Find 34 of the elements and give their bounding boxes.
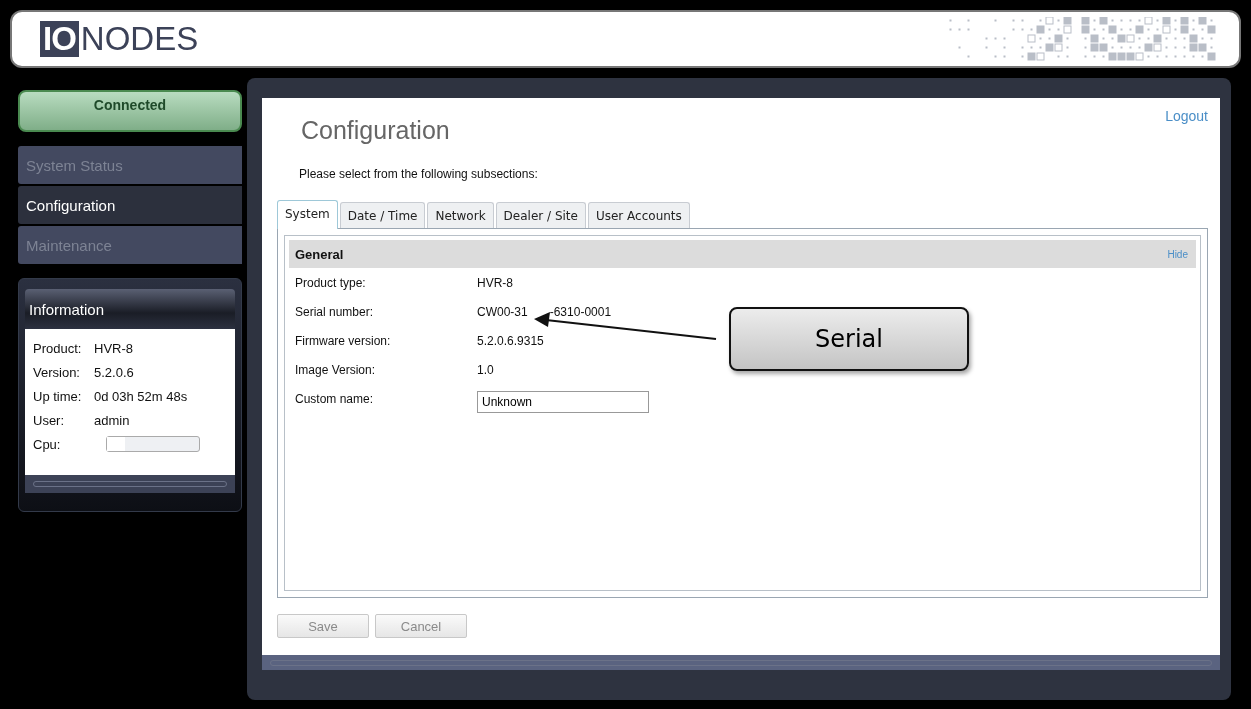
field-label: Image Version: bbox=[295, 362, 377, 377]
field-label: Product type: bbox=[295, 275, 367, 290]
page-title: Configuration bbox=[301, 116, 450, 145]
field-value: -6310-0001 bbox=[549, 304, 612, 319]
field-value: CW00-31 bbox=[477, 304, 528, 319]
field-label: Serial number: bbox=[295, 304, 375, 319]
tab[interactable]: Date / Time bbox=[339, 202, 426, 228]
sidebar-item[interactable]: Configuration bbox=[18, 186, 242, 224]
panel-header: Information bbox=[25, 289, 235, 329]
tab[interactable]: Dealer / Site bbox=[495, 202, 586, 228]
input-field[interactable]: Unknown bbox=[477, 390, 649, 413]
callout-label: Serial bbox=[729, 307, 969, 371]
logo: IO NODES bbox=[40, 20, 199, 58]
info-label: Version: bbox=[33, 364, 81, 380]
tab[interactable]: System bbox=[277, 200, 338, 229]
intro-text: Please select from the following subsections: bbox=[299, 167, 539, 181]
section-title: General bbox=[295, 246, 344, 262]
info-label: Cpu: bbox=[33, 436, 62, 452]
field-value: 5.2.0.6.9315 bbox=[477, 333, 544, 348]
info-label: User: bbox=[33, 412, 66, 428]
field-label: Custom name: bbox=[295, 391, 375, 406]
field-label: Firmware version: bbox=[295, 333, 392, 348]
tab[interactable]: User Accounts bbox=[587, 202, 690, 228]
tab[interactable]: Network bbox=[427, 202, 494, 228]
info-value: admin bbox=[94, 412, 130, 428]
connection-status: Connected bbox=[18, 90, 242, 132]
logout-link[interactable]: Logout bbox=[1165, 108, 1208, 145]
info-label: Up time: bbox=[33, 388, 83, 404]
field-value: HVR-8 bbox=[477, 275, 513, 290]
info-label: Product: bbox=[33, 340, 83, 356]
info-value: 0d 03h 52m 48s bbox=[94, 388, 188, 404]
info-value: 5.2.0.6 bbox=[94, 364, 134, 380]
info-value: HVR-8 bbox=[94, 340, 133, 356]
field-value: 1.0 bbox=[477, 362, 494, 377]
